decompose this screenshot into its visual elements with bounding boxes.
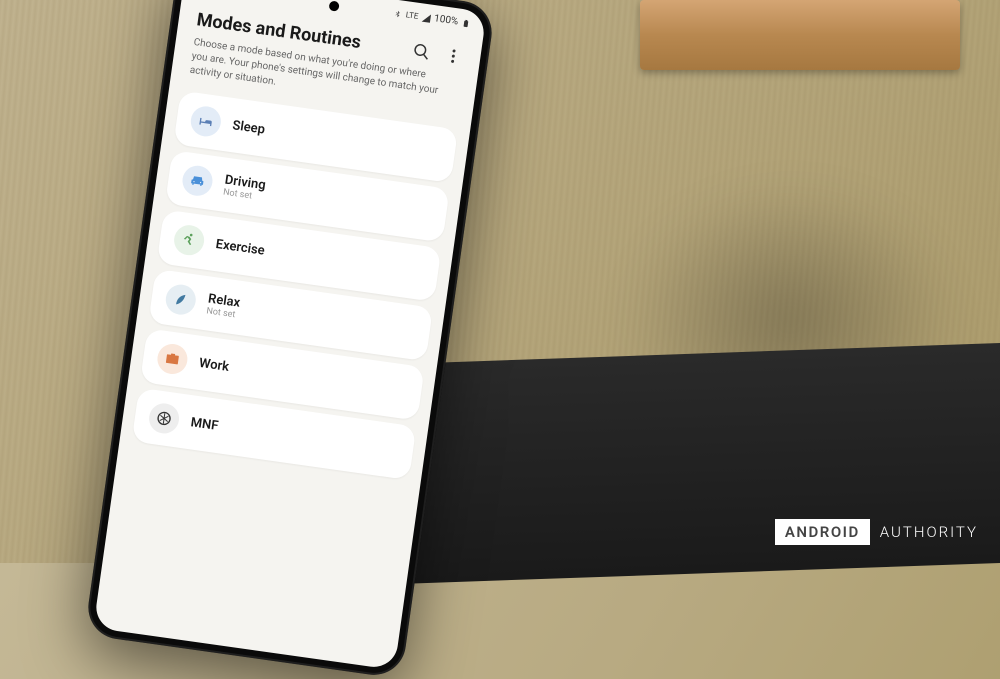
- wood-ledge: [640, 0, 960, 70]
- car-icon: [181, 164, 215, 198]
- signal-icon: [421, 12, 432, 23]
- network-type: LTE: [405, 10, 419, 21]
- mode-label: Work: [198, 355, 230, 374]
- mode-label: Sleep: [232, 118, 266, 137]
- search-icon[interactable]: [411, 42, 431, 62]
- exercise-icon: [172, 223, 206, 257]
- bed-icon: [189, 104, 223, 138]
- bluetooth-icon: [392, 8, 403, 19]
- watermark-brand-rest: AUTHORITY: [870, 519, 978, 545]
- more-options-icon[interactable]: [443, 46, 463, 66]
- battery-percent: 100%: [433, 13, 458, 27]
- battery-icon: [460, 17, 471, 28]
- watermark-brand-boxed: ANDROID: [775, 519, 870, 545]
- briefcase-icon: [155, 342, 189, 376]
- custom-mode-icon: [147, 401, 181, 435]
- mode-label: MNF: [190, 415, 220, 434]
- mode-label: Exercise: [215, 237, 266, 259]
- modes-list: Sleep Driving Not set Exercise: [120, 83, 471, 482]
- leaf-icon: [164, 283, 198, 317]
- watermark: ANDROID AUTHORITY: [775, 519, 978, 545]
